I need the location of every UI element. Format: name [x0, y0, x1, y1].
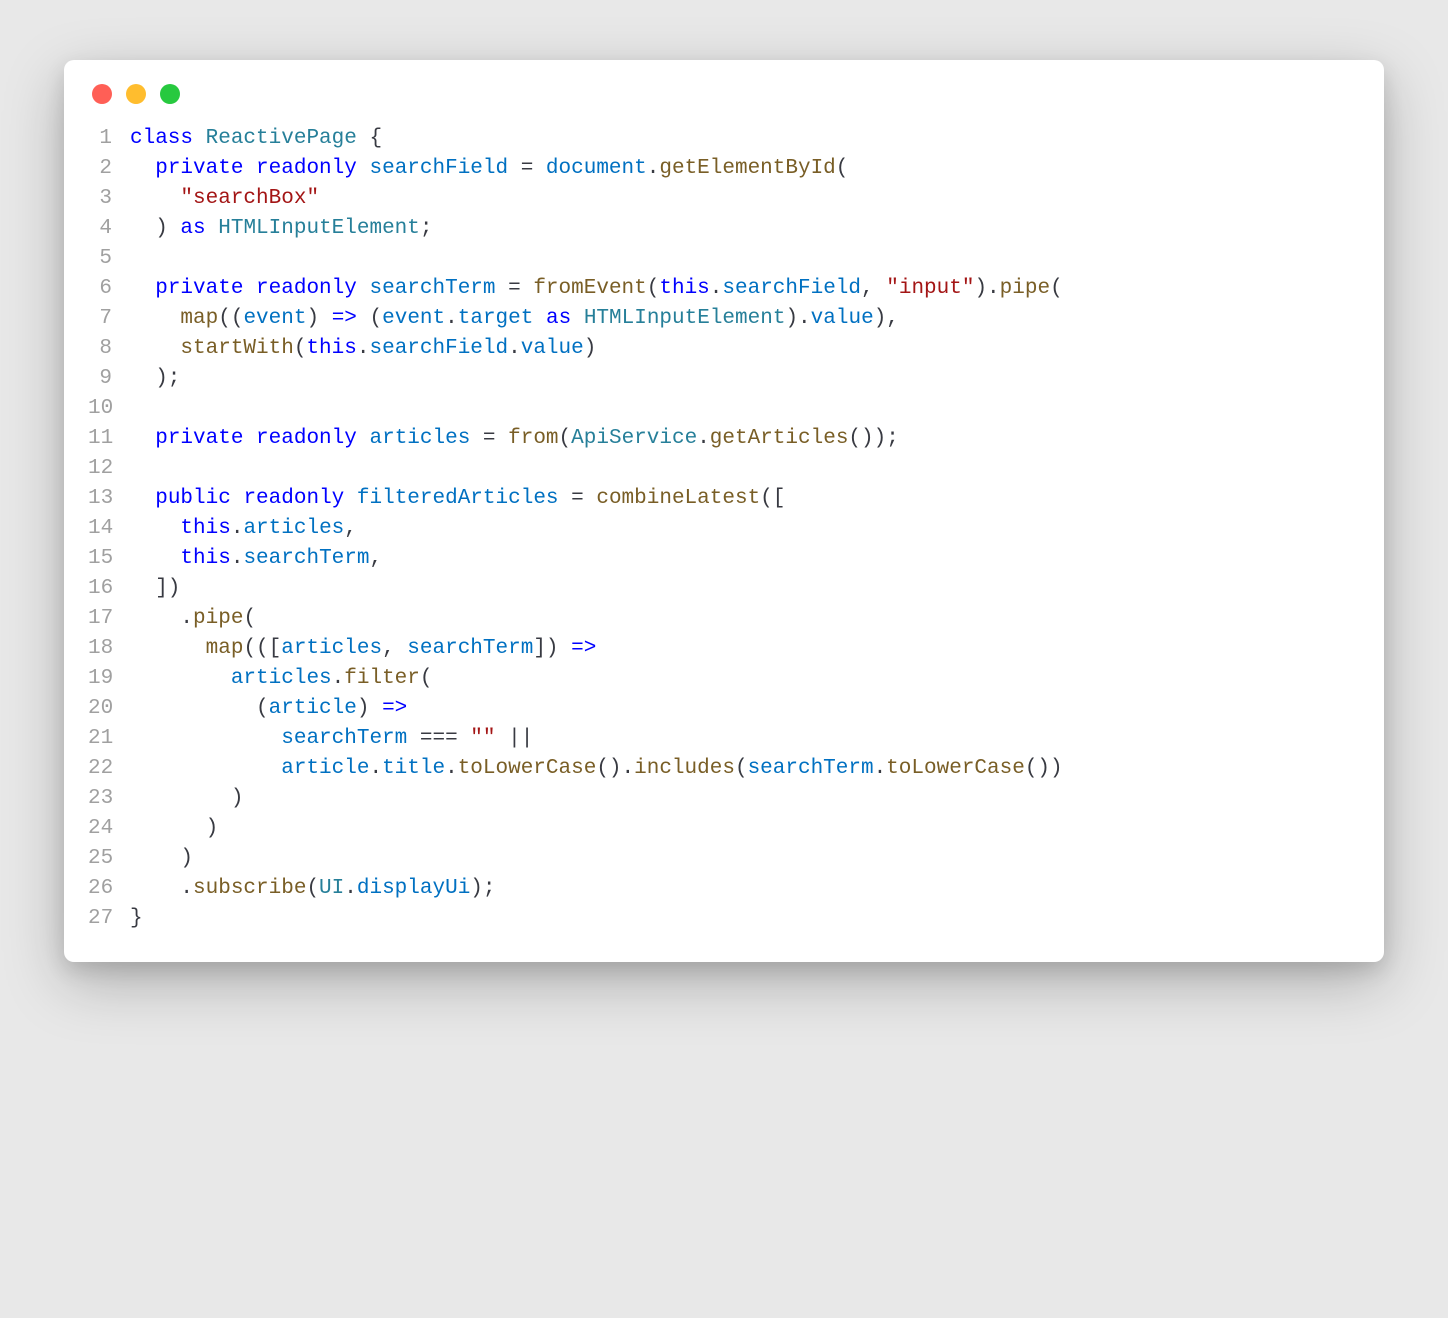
line-number: 10 — [88, 394, 130, 424]
code-content[interactable]: ) — [130, 784, 1360, 814]
code-content[interactable]: articles.filter( — [130, 664, 1360, 694]
code-content[interactable]: private readonly articles = from(ApiServ… — [130, 424, 1360, 454]
code-content[interactable]: .pipe( — [130, 604, 1360, 634]
code-content[interactable]: startWith(this.searchField.value) — [130, 334, 1360, 364]
code-line[interactable]: 3 "searchBox" — [88, 184, 1360, 214]
code-content[interactable]: this.articles, — [130, 514, 1360, 544]
line-number: 21 — [88, 724, 130, 754]
line-number: 11 — [88, 424, 130, 454]
line-number: 8 — [88, 334, 130, 364]
line-number: 14 — [88, 514, 130, 544]
code-line[interactable]: 19 articles.filter( — [88, 664, 1360, 694]
code-content[interactable]: class ReactivePage { — [130, 124, 1360, 154]
code-content[interactable]: this.searchTerm, — [130, 544, 1360, 574]
line-number: 27 — [88, 904, 130, 934]
code-content[interactable]: searchTerm === "" || — [130, 724, 1360, 754]
line-number: 13 — [88, 484, 130, 514]
line-number: 17 — [88, 604, 130, 634]
code-line[interactable]: 23 ) — [88, 784, 1360, 814]
code-content[interactable]: "searchBox" — [130, 184, 1360, 214]
line-number: 7 — [88, 304, 130, 334]
traffic-lights — [88, 84, 1360, 104]
line-number: 23 — [88, 784, 130, 814]
code-content[interactable]: private readonly searchTerm = fromEvent(… — [130, 274, 1360, 304]
code-content[interactable] — [130, 394, 1360, 424]
code-editor[interactable]: 1class ReactivePage {2 private readonly … — [88, 124, 1360, 934]
code-line[interactable]: 9 ); — [88, 364, 1360, 394]
line-number: 4 — [88, 214, 130, 244]
maximize-icon[interactable] — [160, 84, 180, 104]
code-content[interactable]: .subscribe(UI.displayUi); — [130, 874, 1360, 904]
code-content[interactable]: (article) => — [130, 694, 1360, 724]
code-line[interactable]: 27} — [88, 904, 1360, 934]
code-window: 1class ReactivePage {2 private readonly … — [64, 60, 1384, 962]
code-line[interactable]: 14 this.articles, — [88, 514, 1360, 544]
code-content[interactable]: article.title.toLowerCase().includes(sea… — [130, 754, 1360, 784]
code-line[interactable]: 8 startWith(this.searchField.value) — [88, 334, 1360, 364]
line-number: 15 — [88, 544, 130, 574]
line-number: 2 — [88, 154, 130, 184]
code-content[interactable]: ) — [130, 844, 1360, 874]
code-content[interactable]: map(([articles, searchTerm]) => — [130, 634, 1360, 664]
line-number: 1 — [88, 124, 130, 154]
code-content[interactable]: ]) — [130, 574, 1360, 604]
code-content[interactable]: map((event) => (event.target as HTMLInpu… — [130, 304, 1360, 334]
code-line[interactable]: 6 private readonly searchTerm = fromEven… — [88, 274, 1360, 304]
code-line[interactable]: 15 this.searchTerm, — [88, 544, 1360, 574]
code-content[interactable]: ); — [130, 364, 1360, 394]
code-line[interactable]: 11 private readonly articles = from(ApiS… — [88, 424, 1360, 454]
line-number: 18 — [88, 634, 130, 664]
code-line[interactable]: 4 ) as HTMLInputElement; — [88, 214, 1360, 244]
code-content[interactable]: private readonly searchField = document.… — [130, 154, 1360, 184]
code-line[interactable]: 13 public readonly filteredArticles = co… — [88, 484, 1360, 514]
code-line[interactable]: 24 ) — [88, 814, 1360, 844]
close-icon[interactable] — [92, 84, 112, 104]
code-line[interactable]: 1class ReactivePage { — [88, 124, 1360, 154]
code-line[interactable]: 20 (article) => — [88, 694, 1360, 724]
code-content[interactable] — [130, 244, 1360, 274]
line-number: 22 — [88, 754, 130, 784]
code-content[interactable]: ) — [130, 814, 1360, 844]
code-line[interactable]: 2 private readonly searchField = documen… — [88, 154, 1360, 184]
line-number: 16 — [88, 574, 130, 604]
line-number: 26 — [88, 874, 130, 904]
line-number: 24 — [88, 814, 130, 844]
code-line[interactable]: 10 — [88, 394, 1360, 424]
code-content[interactable]: } — [130, 904, 1360, 934]
line-number: 12 — [88, 454, 130, 484]
code-line[interactable]: 18 map(([articles, searchTerm]) => — [88, 634, 1360, 664]
line-number: 6 — [88, 274, 130, 304]
code-line[interactable]: 7 map((event) => (event.target as HTMLIn… — [88, 304, 1360, 334]
code-content[interactable] — [130, 454, 1360, 484]
line-number: 5 — [88, 244, 130, 274]
code-content[interactable]: public readonly filteredArticles = combi… — [130, 484, 1360, 514]
code-line[interactable]: 21 searchTerm === "" || — [88, 724, 1360, 754]
line-number: 19 — [88, 664, 130, 694]
code-line[interactable]: 5 — [88, 244, 1360, 274]
code-line[interactable]: 22 article.title.toLowerCase().includes(… — [88, 754, 1360, 784]
line-number: 3 — [88, 184, 130, 214]
minimize-icon[interactable] — [126, 84, 146, 104]
line-number: 9 — [88, 364, 130, 394]
line-number: 20 — [88, 694, 130, 724]
code-line[interactable]: 17 .pipe( — [88, 604, 1360, 634]
code-line[interactable]: 16 ]) — [88, 574, 1360, 604]
code-line[interactable]: 25 ) — [88, 844, 1360, 874]
code-line[interactable]: 26 .subscribe(UI.displayUi); — [88, 874, 1360, 904]
code-line[interactable]: 12 — [88, 454, 1360, 484]
line-number: 25 — [88, 844, 130, 874]
code-content[interactable]: ) as HTMLInputElement; — [130, 214, 1360, 244]
